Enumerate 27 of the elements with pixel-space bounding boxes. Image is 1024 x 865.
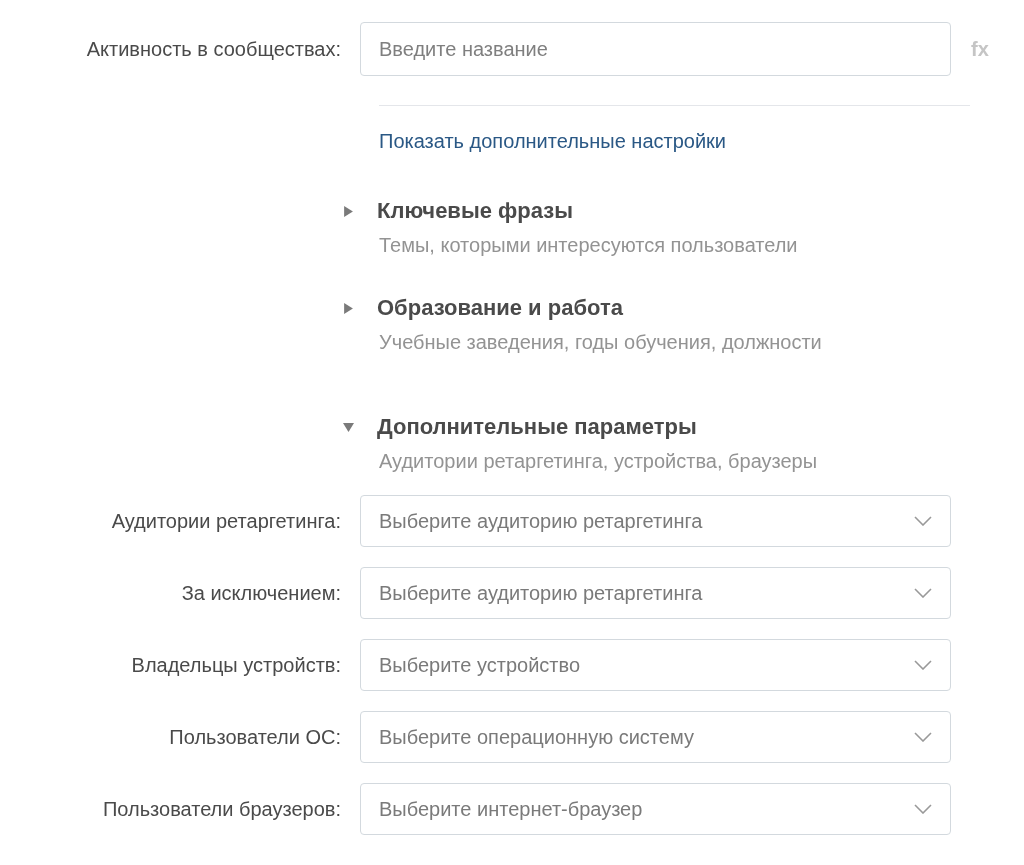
chevron-down-icon — [914, 804, 932, 814]
show-more-settings-link[interactable]: Показать дополнительные настройки — [379, 130, 727, 152]
collapse-triangle-icon[interactable] — [343, 421, 354, 433]
dropdown-field[interactable]: Выберите аудиторию ретаргетинга — [360, 567, 951, 619]
chevron-down-icon — [914, 660, 932, 670]
dropdown-field[interactable]: Выберите аудиторию ретаргетинга — [360, 495, 951, 547]
field-label: Владельцы устройств: — [130, 653, 342, 677]
field-label: Аудитории ретаргетинга: — [110, 509, 342, 533]
field-label: Пользователи ОС: — [168, 725, 342, 749]
section-subtitle: Аудитории ретаргетинга, устройства, браузеры — [379, 450, 819, 473]
chevron-down-icon — [914, 732, 932, 742]
section-subtitle: Темы, которыми интересуются пользователи — [379, 234, 799, 257]
dropdown-field[interactable]: Выберите интернет-браузер — [360, 783, 951, 835]
dropdown-field[interactable]: Выберите устройство — [360, 639, 951, 691]
chevron-down-icon — [914, 588, 932, 598]
chevron-down-icon — [914, 516, 932, 526]
section-title[interactable]: Образование и работа — [377, 295, 623, 321]
field-label: Пользователи браузеров: — [101, 797, 342, 821]
field-label: Активность в сообществах: — [85, 37, 342, 61]
community-search-field[interactable]: Введите название — [360, 22, 951, 76]
section-title[interactable]: Дополнительные параметры — [377, 414, 697, 440]
expand-triangle-icon[interactable] — [343, 205, 354, 217]
dropdown-field[interactable]: Выберите операционную систему — [360, 711, 951, 763]
section-title[interactable]: Ключевые фразы — [377, 198, 573, 224]
section-subtitle: Учебные заведения, годы обучения, должности — [379, 331, 823, 354]
field-label: За исключением: — [180, 581, 342, 605]
expand-triangle-icon[interactable] — [343, 302, 354, 314]
